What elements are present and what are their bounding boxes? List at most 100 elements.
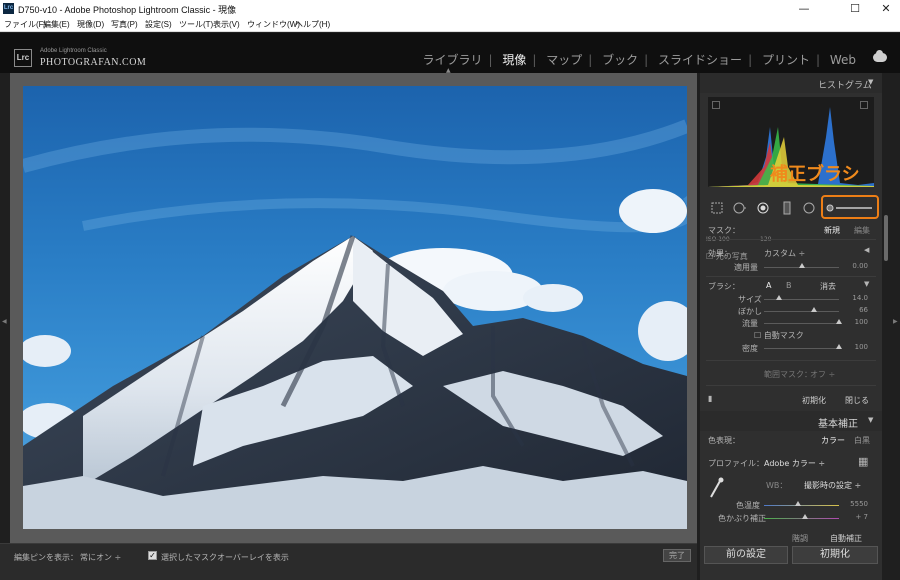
histogram-collapse-icon[interactable]: ▼ [868, 78, 873, 86]
eyedropper-icon[interactable] [708, 477, 724, 499]
basic-panel-header[interactable]: 基本補正 ▼ [700, 411, 882, 431]
radial-filter-icon[interactable] [802, 201, 816, 215]
basic-collapse-icon[interactable]: ▼ [868, 416, 873, 424]
amount-value: 0.00 [852, 262, 868, 270]
menu-view[interactable]: 表示(V) [213, 19, 240, 30]
brush-collapse-icon[interactable]: ▼ [864, 280, 869, 288]
divider [706, 360, 876, 361]
brush-flow-slider[interactable] [764, 323, 839, 324]
bottom-toolbar: 編集ピンを表示： 常にオン ÷ ✓ 選択したマスクオーバーレイを表示 完了 [0, 543, 697, 580]
panel-scrollbar[interactable] [882, 73, 890, 543]
amount-label: 適用量 [734, 263, 758, 272]
graduated-filter-icon[interactable] [780, 201, 794, 215]
right-panel-toggle-icon[interactable]: ▶ [893, 318, 898, 325]
left-panel-toggle-icon[interactable]: ◀ [2, 318, 7, 325]
brush-feather-slider[interactable] [764, 311, 839, 312]
brush-size-value: 14.0 [852, 294, 868, 302]
brush-toggle-icon[interactable]: ▮ [708, 394, 712, 403]
menu-edit[interactable]: 編集(E) [43, 19, 70, 30]
density-label: 密度 [742, 344, 758, 353]
photo-preview[interactable] [23, 86, 687, 529]
brush-a-button[interactable]: A [766, 281, 771, 290]
red-eye-icon[interactable] [756, 201, 770, 215]
adjustment-brush-annotation: 補正ブラシ [770, 164, 860, 185]
module-slideshow[interactable]: スライドショー [658, 51, 742, 68]
lightroom-window: Lrc D750-v10 - Adobe Photoshop Lightroom… [0, 0, 900, 580]
histogram-title: ヒストグラム [818, 81, 872, 91]
maximize-button[interactable]: ☐ [840, 0, 870, 17]
spot-removal-icon[interactable] [732, 201, 746, 215]
mountain-photo [23, 119, 687, 529]
profile-browser-icon[interactable]: ▦ [858, 455, 868, 468]
wb-label: WB： [766, 481, 788, 490]
brush-feather-knob[interactable] [810, 307, 817, 312]
profile-label: プロファイル： [708, 459, 764, 468]
show-pins-label: 編集ピンを表示： [14, 553, 78, 562]
brush-reset-button[interactable]: 初期化 [802, 395, 826, 406]
mask-overlay-label: 選択したマスクオーバーレイを表示 [161, 553, 289, 562]
mask-label: マスク： [708, 226, 740, 235]
cloud-sync-icon[interactable] [873, 50, 887, 62]
tint-knob[interactable] [802, 514, 809, 519]
temp-knob[interactable] [794, 501, 801, 506]
module-develop[interactable]: 現像 [502, 51, 526, 68]
profile-select[interactable]: Adobe カラー ÷ [764, 458, 825, 469]
menu-window[interactable]: ウィンドウ(W) [247, 19, 300, 30]
menu-develop[interactable]: 現像(D) [77, 19, 104, 30]
menu-bar: ファイル(F) 編集(E) 現像(D) 写真(P) 設定(S) ツール(T) 表… [0, 17, 900, 32]
module-picker: ライブラリ | 現像 | マップ | ブック | スライドショー | プリント | Web [422, 51, 856, 68]
tint-value: + 7 [855, 513, 868, 521]
temp-label: 色温度 [736, 501, 760, 510]
menu-tools[interactable]: ツール(T) [179, 19, 213, 30]
module-library[interactable]: ライブラリ [422, 51, 482, 68]
amount-slider-knob[interactable] [798, 263, 805, 268]
brush-size-knob[interactable] [776, 295, 782, 300]
close-button[interactable]: ✕ [871, 0, 900, 17]
minimize-button[interactable]: — [789, 0, 819, 17]
effect-select[interactable]: カスタム ÷ [764, 248, 805, 259]
brush-b-button[interactable]: B [786, 281, 792, 290]
module-book[interactable]: ブック [602, 51, 638, 68]
identity-plate: ▲ Lrc Adobe Lightroom Classic PHOTOGRAFA… [0, 33, 900, 74]
scrollbar-thumb[interactable] [884, 215, 888, 261]
histogram-header[interactable]: ヒストグラム ▼ [700, 73, 882, 93]
brush-size-label: サイズ [738, 295, 762, 304]
title-bar: Lrc D750-v10 - Adobe Photoshop Lightroom… [0, 0, 900, 17]
crop-tool-icon[interactable] [710, 201, 724, 215]
menu-help[interactable]: ヘルプ(H) [295, 19, 330, 30]
mask-new-button[interactable]: 新規 [824, 225, 840, 236]
effect-collapse-icon[interactable]: ◀ [864, 246, 869, 254]
wb-select[interactable]: 撮影時の設定 ÷ [804, 480, 861, 491]
temp-slider[interactable] [764, 505, 839, 506]
density-slider[interactable] [764, 348, 839, 349]
reset-button[interactable]: 初期化 [792, 546, 878, 564]
treatment-color-button[interactable]: カラー [821, 435, 845, 446]
tint-label: 色かぶり補正 [718, 514, 766, 523]
brush-flow-label: 流量 [742, 319, 758, 328]
range-mask-select[interactable]: オフ ÷ [810, 369, 835, 380]
temp-value: 5550 [850, 500, 868, 508]
treatment-bw-button[interactable]: 白黒 [854, 435, 870, 446]
mask-edit-button[interactable]: 編集 [854, 225, 870, 236]
auto-tone-button[interactable]: 自動補正 [830, 533, 862, 544]
auto-mask-checkbox[interactable]: ☐ 自動マスク [754, 330, 804, 341]
show-pins-select[interactable]: 常にオン ÷ [80, 552, 121, 563]
module-web[interactable]: Web [830, 53, 856, 67]
menu-file[interactable]: ファイル(F) [4, 19, 46, 30]
brush-close-button[interactable]: 閉じる [845, 395, 869, 406]
range-mask-label: 範囲マスク： [764, 370, 812, 379]
brush-erase-button[interactable]: 消去 [820, 281, 836, 292]
previous-settings-button[interactable]: 前の設定 [704, 546, 788, 564]
divider [706, 276, 876, 277]
lrc-logo: Lrc [14, 49, 32, 67]
right-panel: ヒストグラム ▼ ISO 100 120 ☐ 元の写真 マスク： [700, 73, 882, 580]
menu-settings[interactable]: 設定(S) [145, 19, 172, 30]
menu-photo[interactable]: 写真(P) [111, 19, 138, 30]
module-map[interactable]: マップ [546, 51, 582, 68]
effect-label: 効果： [708, 249, 732, 258]
brush-feather-label: ぼかし [738, 307, 762, 316]
done-button[interactable]: 完了 [663, 549, 691, 562]
module-print[interactable]: プリント [762, 51, 810, 68]
mask-overlay-checkbox[interactable]: ✓ [148, 551, 157, 560]
auto-mask-label: 自動マスク [763, 331, 804, 340]
